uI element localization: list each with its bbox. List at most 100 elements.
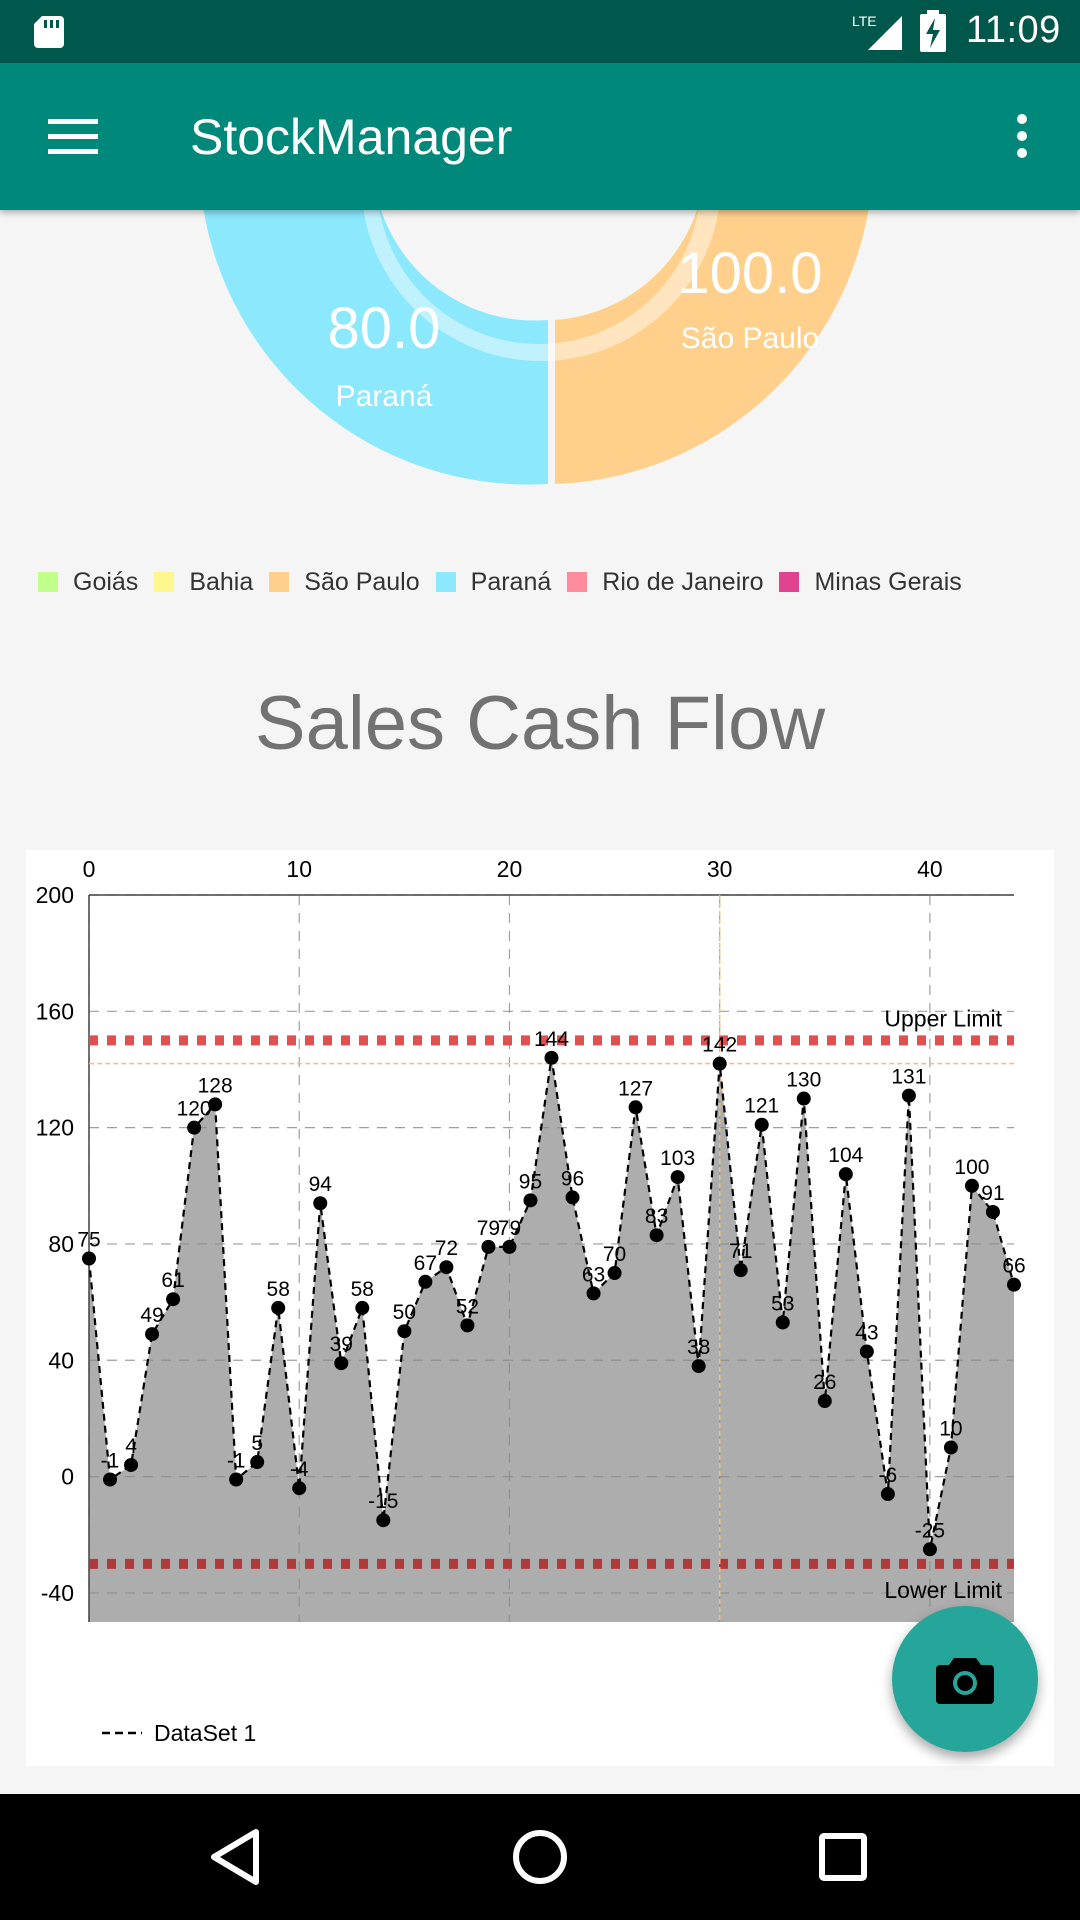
pie-label-sao-paulo: São Paulo xyxy=(680,322,820,355)
data-label: 121 xyxy=(744,1095,779,1118)
data-label: 103 xyxy=(660,1147,695,1170)
legend-swatch xyxy=(154,572,175,592)
data-label: 39 xyxy=(330,1333,353,1356)
legend-label: Rio de Janeiro xyxy=(602,567,764,596)
data-point[interactable] xyxy=(796,1091,811,1106)
data-label: 79 xyxy=(498,1217,521,1240)
data-label: 75 xyxy=(77,1229,100,1252)
data-point[interactable] xyxy=(145,1327,160,1342)
data-point[interactable] xyxy=(817,1393,832,1408)
overflow-menu-icon[interactable] xyxy=(1006,103,1038,169)
data-label: 142 xyxy=(702,1034,737,1057)
data-label: 91 xyxy=(981,1182,1004,1205)
data-point[interactable] xyxy=(208,1097,223,1112)
data-point[interactable] xyxy=(628,1100,643,1115)
chart-title: Sales Cash Flow xyxy=(254,681,826,766)
data-label: 63 xyxy=(582,1263,605,1286)
data-point[interactable] xyxy=(439,1260,454,1275)
pie-value-sao-paulo: 100.0 xyxy=(677,241,823,306)
camera-icon xyxy=(936,1658,994,1704)
data-label: -15 xyxy=(368,1490,398,1513)
data-point[interactable] xyxy=(313,1196,328,1211)
data-point[interactable] xyxy=(922,1542,937,1557)
data-point[interactable] xyxy=(229,1472,244,1487)
data-point[interactable] xyxy=(355,1300,370,1315)
y-tick-label: -40 xyxy=(41,1580,74,1606)
data-point[interactable] xyxy=(733,1263,748,1278)
recents-icon[interactable] xyxy=(808,1822,878,1892)
data-point[interactable] xyxy=(187,1120,202,1135)
data-point[interactable] xyxy=(82,1251,96,1266)
legend-swatch xyxy=(269,572,290,592)
data-point[interactable] xyxy=(124,1457,139,1472)
lower-limit-label: Lower Limit xyxy=(884,1577,1002,1603)
data-point[interactable] xyxy=(481,1239,496,1254)
data-point[interactable] xyxy=(985,1204,1000,1219)
data-point[interactable] xyxy=(586,1286,601,1301)
data-label: 70 xyxy=(603,1243,626,1266)
legend-label: São Paulo xyxy=(304,567,420,596)
y-tick-label: 200 xyxy=(36,882,74,908)
data-point[interactable] xyxy=(502,1239,517,1254)
data-point[interactable] xyxy=(565,1190,580,1205)
data-point[interactable] xyxy=(712,1056,727,1071)
app-bar: StockManager xyxy=(0,63,1080,210)
data-label: -1 xyxy=(227,1450,246,1473)
data-point[interactable] xyxy=(901,1088,916,1103)
data-point[interactable] xyxy=(523,1193,538,1208)
line-chart-card[interactable]: 0 10 20 30 40 200 160 120 80 40 0 -40 Upper Limit Low… xyxy=(26,850,1054,1766)
data-point[interactable] xyxy=(418,1274,433,1289)
data-point[interactable] xyxy=(691,1359,706,1374)
svg-text:LTE: LTE xyxy=(852,13,877,29)
data-point[interactable] xyxy=(859,1344,874,1359)
back-icon[interactable] xyxy=(200,1822,270,1892)
data-point[interactable] xyxy=(775,1315,790,1330)
y-tick-label: 40 xyxy=(48,1347,74,1373)
data-point[interactable] xyxy=(838,1167,853,1182)
legend-label-dataset: DataSet 1 xyxy=(154,1720,256,1746)
data-label: 58 xyxy=(351,1278,374,1301)
line-chart[interactable]: 0 10 20 30 40 200 160 120 80 40 0 -40 Upper Limit Low… xyxy=(26,850,1054,1766)
data-point[interactable] xyxy=(271,1300,286,1315)
data-label: 67 xyxy=(414,1252,437,1275)
data-point[interactable] xyxy=(376,1513,391,1528)
data-label: 104 xyxy=(828,1144,863,1167)
hamburger-menu-icon[interactable] xyxy=(40,103,106,169)
data-point[interactable] xyxy=(250,1455,265,1470)
data-label: 4 xyxy=(125,1435,137,1458)
data-point[interactable] xyxy=(880,1487,895,1502)
battery-charging-icon xyxy=(920,10,946,52)
content-scroll[interactable]: 100.0 São Paulo 80.0 Paraná Goiás Bahia … xyxy=(0,210,1080,1794)
data-label: -6 xyxy=(879,1464,898,1487)
lte-signal-icon: LTE xyxy=(852,13,902,50)
data-point[interactable] xyxy=(397,1324,412,1339)
data-point[interactable] xyxy=(334,1356,349,1371)
data-point[interactable] xyxy=(460,1318,475,1333)
legend-item-parana: Paraná xyxy=(435,568,551,597)
data-point[interactable] xyxy=(1007,1277,1021,1292)
home-icon[interactable] xyxy=(505,1822,575,1892)
sd-card-icon xyxy=(34,16,64,48)
data-point[interactable] xyxy=(649,1228,664,1243)
upper-limit-label: Upper Limit xyxy=(884,1005,1002,1031)
pie-legend: Goiás Bahia São Paulo Paraná Rio de Jane… xyxy=(38,562,978,602)
y-tick-label: 160 xyxy=(36,998,74,1024)
data-label: 100 xyxy=(954,1156,989,1179)
pie-chart[interactable] xyxy=(0,210,1080,510)
system-nav-bar xyxy=(0,1794,1080,1920)
data-point[interactable] xyxy=(670,1170,685,1185)
camera-fab-button[interactable] xyxy=(892,1606,1038,1752)
data-point[interactable] xyxy=(607,1266,622,1281)
data-label: 96 xyxy=(561,1167,584,1190)
y-tick-label: 120 xyxy=(36,1115,74,1141)
data-label: 128 xyxy=(198,1074,233,1097)
data-point[interactable] xyxy=(166,1292,181,1307)
data-point[interactable] xyxy=(292,1481,307,1496)
legend-label: Bahia xyxy=(189,567,254,596)
data-point[interactable] xyxy=(964,1178,979,1193)
data-point[interactable] xyxy=(103,1472,118,1487)
data-point[interactable] xyxy=(544,1050,559,1065)
data-point[interactable] xyxy=(943,1440,958,1455)
x-tick-label: 20 xyxy=(497,856,523,882)
data-point[interactable] xyxy=(754,1117,769,1132)
